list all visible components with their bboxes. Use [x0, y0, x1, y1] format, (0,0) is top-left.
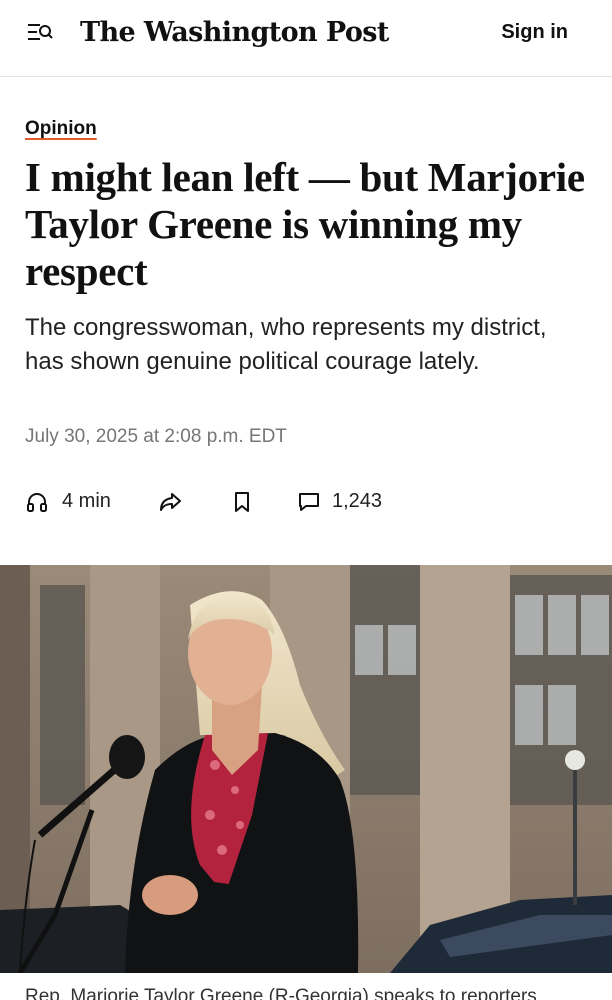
comments-count: 1,243	[332, 490, 383, 512]
share-icon	[160, 493, 181, 511]
article-dateline: July 30, 2025 at 2:08 p.m. EDT	[25, 426, 287, 447]
lead-photo	[0, 565, 612, 973]
menu-search-icon	[28, 24, 53, 40]
headphones-icon	[27, 493, 47, 512]
site-logo[interactable]: The Washington Post	[80, 15, 389, 51]
article-dek: The congresswoman, who represents my dis…	[25, 314, 547, 375]
menu-search-button[interactable]	[20, 18, 56, 48]
article-page: The Washington Post Sign in Opinion I mi…	[0, 0, 612, 1000]
save-button[interactable]	[230, 486, 260, 516]
listen-duration: 4 min	[62, 490, 111, 512]
share-button[interactable]	[158, 486, 188, 516]
lead-photo-image	[0, 565, 612, 973]
section-kicker[interactable]: Opinion	[25, 117, 97, 141]
article-headline: I might lean left — but Marjorie Taylor …	[25, 154, 585, 294]
bookmark-icon	[235, 492, 249, 512]
comments-button[interactable]: 1,243	[297, 486, 417, 516]
article-action-bar: 4 min 1,243	[25, 486, 595, 516]
site-header: The Washington Post Sign in	[0, 0, 612, 77]
comment-icon	[299, 493, 319, 511]
photo-caption: Rep. Marjorie Taylor Greene (R-Georgia) …	[25, 986, 537, 1000]
listen-button[interactable]: 4 min	[25, 486, 125, 516]
sign-in-button[interactable]: Sign in	[501, 20, 568, 44]
